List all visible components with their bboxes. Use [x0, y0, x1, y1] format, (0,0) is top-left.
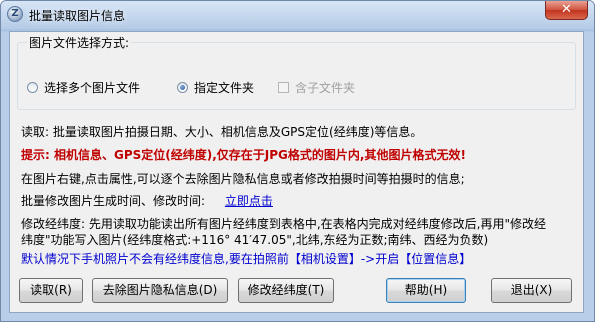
rightclick-description: 在图片右键,点击属性,可以逐个去除图片隐私信息或者修改拍摄时间等拍摄时的信息;: [21, 172, 465, 186]
radio-folder-label: 指定文件夹: [194, 80, 255, 95]
selection-options: 选择多个图片文件 指定文件夹 含子文件夹: [18, 79, 575, 95]
batch-time-label: 批量修改图片生成时间、修改时间:: [21, 194, 206, 208]
remove-privacy-button[interactable]: 去除图片隐私信息(D): [92, 278, 228, 303]
radio-button-selected[interactable]: [177, 81, 188, 93]
phone-location-note: 默认情况下手机照片不会有经纬度信息,要在拍照前【相机设置】->开启【位置信息】: [21, 252, 472, 266]
batch-time-link[interactable]: 立即点击: [225, 194, 273, 208]
format-warning: 提示: 相机信息、GPS定位(经纬度),仅存在于JPG格式的图片内,其他图片格式…: [21, 148, 466, 162]
read-description: 读取: 批量读取图片拍摄日期、大小、相机信息及GPS定位(经纬度)等信息。: [21, 125, 423, 139]
radio-button[interactable]: [27, 81, 38, 93]
read-button[interactable]: 读取(R): [19, 278, 83, 303]
checkbox-box[interactable]: [278, 81, 289, 93]
include-subfolders-checkbox[interactable]: 含子文件夹: [278, 79, 355, 95]
radio-multiple-files[interactable]: 选择多个图片文件: [27, 79, 140, 95]
radio-multiple-files-label: 选择多个图片文件: [44, 80, 141, 95]
exit-button[interactable]: 退出(X): [491, 278, 572, 303]
title-bar: Z 批量读取图片信息 ✕: [1, 1, 594, 29]
modify-gps-button[interactable]: 修改经纬度(T): [238, 278, 334, 303]
batch-time-row: 批量修改图片生成时间、修改时间: 立即点击: [21, 192, 273, 209]
dialog-body: 图片文件选择方式: 选择多个图片文件 指定文件夹 含子文件夹 读取: 批量读取图…: [9, 31, 584, 313]
modify-gps-description-2: 纬度"功能写入图片(经纬度格式:+116° 41′47.05",北纬,东经为正数…: [21, 233, 489, 247]
window-title: 批量读取图片信息: [29, 9, 126, 23]
modify-gps-description-1: 修改经纬度: 先用读取功能读出所有图片经纬度到表格中,在表格内完成对经纬度修改后…: [21, 217, 547, 231]
radio-folder[interactable]: 指定文件夹: [177, 79, 254, 95]
dialog-window: Z 批量读取图片信息 ✕ 图片文件选择方式: 选择多个图片文件 指定文件夹 含子…: [0, 0, 595, 322]
help-button[interactable]: 帮助(H): [386, 278, 466, 303]
include-subfolders-label: 含子文件夹: [295, 80, 356, 95]
group-legend: 图片文件选择方式:: [27, 34, 132, 51]
close-button[interactable]: ✕: [545, 1, 588, 20]
app-icon: Z: [7, 6, 23, 22]
file-selection-group: 图片文件选择方式: 选择多个图片文件 指定文件夹 含子文件夹: [17, 34, 576, 110]
